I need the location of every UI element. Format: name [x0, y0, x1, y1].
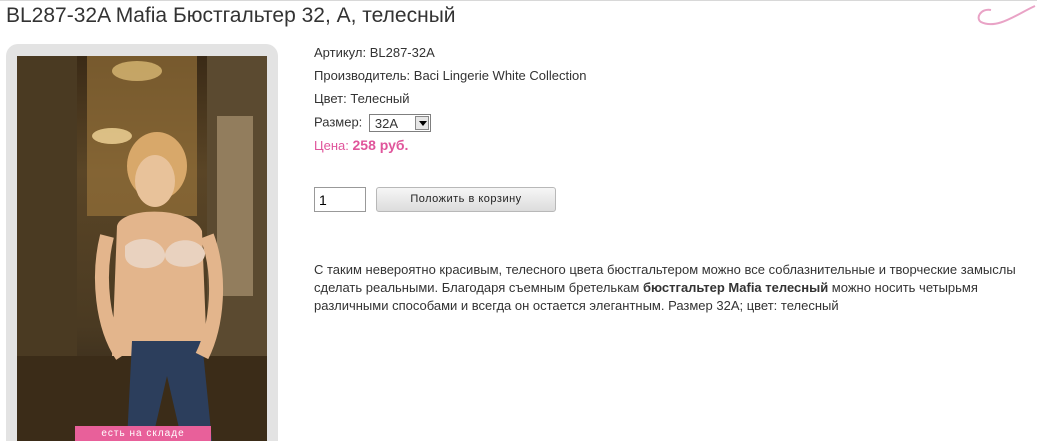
description-bold: бюстгальтер Mafia телесный	[642, 280, 829, 295]
add-to-cart-button[interactable]: Положить в корзину	[376, 187, 556, 212]
color-label: Цвет:	[314, 91, 347, 106]
chevron-down-icon[interactable]	[414, 116, 429, 130]
size-select[interactable]: 32A	[368, 114, 431, 132]
manufacturer-value: Baci Lingerie White Collection	[413, 68, 587, 83]
article-value: BL287-32A	[369, 45, 435, 60]
article-row: Артикул: BL287-32A	[314, 45, 586, 68]
product-info: Артикул: BL287-32A Производитель: Baci L…	[314, 45, 586, 160]
product-photo[interactable]: есть на складе	[17, 56, 267, 441]
manufacturer-row: Производитель: Baci Lingerie White Colle…	[314, 68, 586, 91]
color-row: Цвет: Телесный	[314, 91, 586, 114]
size-selected-value: 32A	[374, 116, 399, 131]
color-value: Телесный	[350, 91, 410, 106]
price-row: Цена: 258 руб.	[314, 137, 586, 160]
top-divider	[0, 0, 1037, 1]
price-value: 258 руб.	[352, 137, 409, 153]
page-title: BL287-32A Mafia Бюстгальтер 32, A, телес…	[6, 4, 456, 27]
size-label: Размер:	[314, 114, 363, 130]
product-photo-illustration	[17, 56, 267, 441]
article-label: Артикул:	[314, 45, 367, 60]
in-stock-badge: есть на складе	[75, 426, 211, 441]
product-description: С таким невероятно красивым, телесного ц…	[314, 261, 1034, 315]
manufacturer-label: Производитель:	[314, 68, 411, 83]
price-label: Цена:	[314, 138, 349, 153]
quantity-input[interactable]	[314, 187, 366, 212]
size-row: Размер: 32A	[314, 114, 586, 137]
product-image-frame: есть на складе	[6, 44, 278, 441]
decorative-swirl	[977, 5, 1036, 25]
